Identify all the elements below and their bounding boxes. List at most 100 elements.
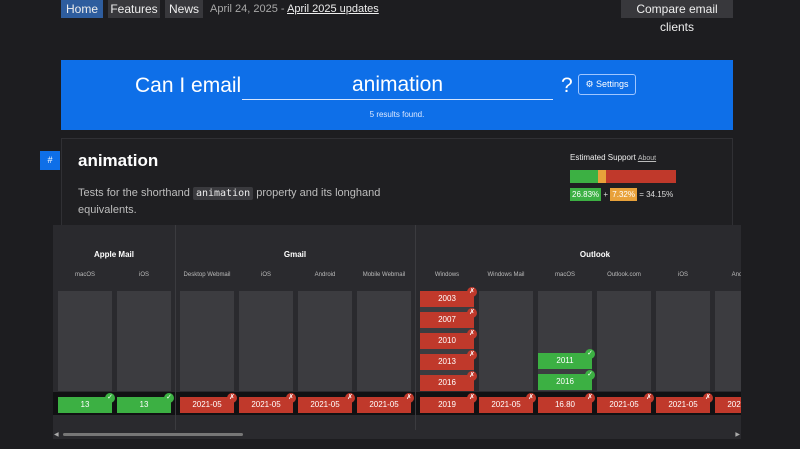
current-version-label: 2021-05 (310, 400, 340, 409)
support-heading: Estimated Support About (570, 153, 656, 162)
current-version-cell[interactable]: 2021-05 ✗ (357, 393, 414, 413)
current-version-label: 2021-05 (727, 400, 741, 409)
cross-icon: ✗ (585, 393, 595, 403)
support-heading-text: Estimated Support (570, 153, 636, 162)
search-label: Can I email (135, 74, 242, 97)
client-column-name: Windows Mail (487, 272, 525, 278)
version-label: 2016 (556, 377, 574, 386)
client-column-name: macOS (74, 272, 95, 278)
version-label: 2007 (438, 315, 456, 324)
news-date-text: April 24, 2025 - (210, 3, 285, 15)
group-title-apple-mail: Apple Mail (93, 250, 134, 259)
cross-icon: ✗ (467, 287, 477, 297)
current-version-cell[interactable]: 2021-05 ✗ (656, 393, 713, 413)
search-input[interactable] (242, 70, 553, 99)
cross-icon: ✗ (404, 393, 414, 403)
client-column-name: Windows (434, 272, 460, 278)
client-column-background (298, 291, 352, 391)
version-cell[interactable]: 2016 ✗ (420, 371, 477, 391)
current-version-cell[interactable]: 2019 ✗ (420, 393, 477, 413)
current-version-label: 13 (80, 400, 90, 409)
settings-button[interactable]: ⚙ Settings (578, 74, 636, 95)
client-column-background (180, 291, 234, 391)
nav-features-link[interactable]: Features (108, 0, 160, 18)
cross-icon: ✗ (644, 393, 654, 403)
cross-icon: ✗ (467, 329, 477, 339)
cross-icon: ✗ (467, 393, 477, 403)
support-numbers: 26.83% + 7.32% = 34.15% (570, 188, 770, 201)
cross-icon: ✗ (526, 393, 536, 403)
current-version-cell[interactable]: 2021-05✗ (239, 393, 296, 413)
current-version-label: 2021-05 (668, 400, 698, 409)
client-column-background (117, 291, 171, 391)
compare-clients-button[interactable]: Compare email clients (621, 0, 733, 34)
client-column-background (239, 291, 293, 391)
current-version-cell[interactable]: 2021-05✗ (180, 393, 237, 413)
check-icon: ✓ (105, 393, 115, 403)
cross-icon: ✗ (345, 393, 355, 403)
group-title-gmail: Gmail (283, 250, 307, 259)
plus-sign: + (603, 190, 609, 199)
current-version-cell[interactable]: 13 ✓ (58, 393, 115, 413)
support-bar-partial (598, 170, 607, 183)
cross-icon: ✗ (703, 393, 713, 403)
version-cell[interactable]: 2016 ✓ (538, 370, 595, 390)
client-column-name: iOS (677, 272, 688, 278)
current-version-label: 16.80 (554, 400, 576, 409)
check-icon: ✓ (585, 370, 595, 380)
client-column-name: iOS (260, 272, 271, 278)
partial-support-badge: 7.32% (610, 188, 637, 201)
group-title-outlook: Outlook (579, 250, 611, 259)
current-version-cell[interactable]: 2021-05✗ (715, 397, 741, 413)
version-label: 2003 (438, 294, 456, 303)
client-column-background (58, 291, 112, 391)
version-cell[interactable]: 2007 ✗ (420, 308, 477, 328)
current-version-cell[interactable]: 13 ✓ (117, 393, 174, 413)
scroll-right-icon[interactable]: ▶ (735, 431, 740, 438)
version-cell[interactable]: 2011 ✓ (538, 349, 595, 369)
client-column-name: macOS (554, 272, 575, 278)
feature-title: animation (78, 151, 159, 170)
current-version-label: 2021-05 (192, 400, 222, 409)
client-column-name: Android (314, 272, 336, 278)
client-column-background (479, 291, 533, 391)
scrollbar-thumb[interactable] (63, 433, 243, 436)
client-column-name: iOS (138, 272, 149, 278)
support-bar (570, 170, 676, 183)
top-nav: Home Features News April 24, 2025 - Apri… (0, 0, 800, 34)
current-version-label: 2021-05 (251, 400, 281, 409)
results-count: 5 results found. (369, 110, 425, 119)
news-updates-link[interactable]: April 2025 updates (287, 3, 379, 15)
nav-home-link[interactable]: Home (61, 0, 103, 18)
version-cell[interactable]: 2010 ✗ (420, 329, 477, 349)
current-version-cell[interactable]: 16.80 ✗ (538, 393, 595, 413)
current-version-cell[interactable]: 2021-05 ✗ (298, 393, 355, 413)
nav-news-link[interactable]: News (165, 0, 203, 18)
client-column-name: Outlook.com (607, 272, 641, 278)
desc-code: animation (192, 187, 254, 200)
question-mark: ? (561, 74, 573, 97)
current-version-cell[interactable]: 2021-05 ✗ (597, 393, 654, 413)
feature-description: Tests for the shorthand animation proper… (78, 185, 408, 219)
client-column-name: Desktop Webmail (183, 272, 231, 278)
scroll-left-icon[interactable]: ◀ (54, 431, 59, 438)
support-about-link[interactable]: About (638, 155, 656, 162)
news-date: April 24, 2025 - April 2025 updates (210, 3, 379, 15)
client-column-background (597, 291, 651, 391)
current-version-label: 2021-05 (369, 400, 399, 409)
horizontal-scrollbar[interactable]: ◀ ▶ (53, 430, 741, 439)
version-cell[interactable]: 2003 ✗ (420, 287, 477, 307)
check-icon: ✓ (585, 349, 595, 359)
current-version-cell[interactable]: 2021-05✗ (479, 393, 536, 413)
client-column-name: Android (731, 272, 741, 278)
client-column-background (656, 291, 710, 391)
search-field[interactable] (242, 70, 553, 100)
cross-icon: ✗ (467, 371, 477, 381)
current-version-label: 2021-05 (609, 400, 639, 409)
cross-icon: ✗ (467, 350, 477, 360)
version-label: 2010 (438, 336, 456, 345)
version-cell[interactable]: 2013 ✗ (420, 350, 477, 370)
version-label: 2016 (438, 378, 456, 387)
client-column-background (357, 291, 411, 391)
anchor-link[interactable]: # (40, 151, 60, 170)
